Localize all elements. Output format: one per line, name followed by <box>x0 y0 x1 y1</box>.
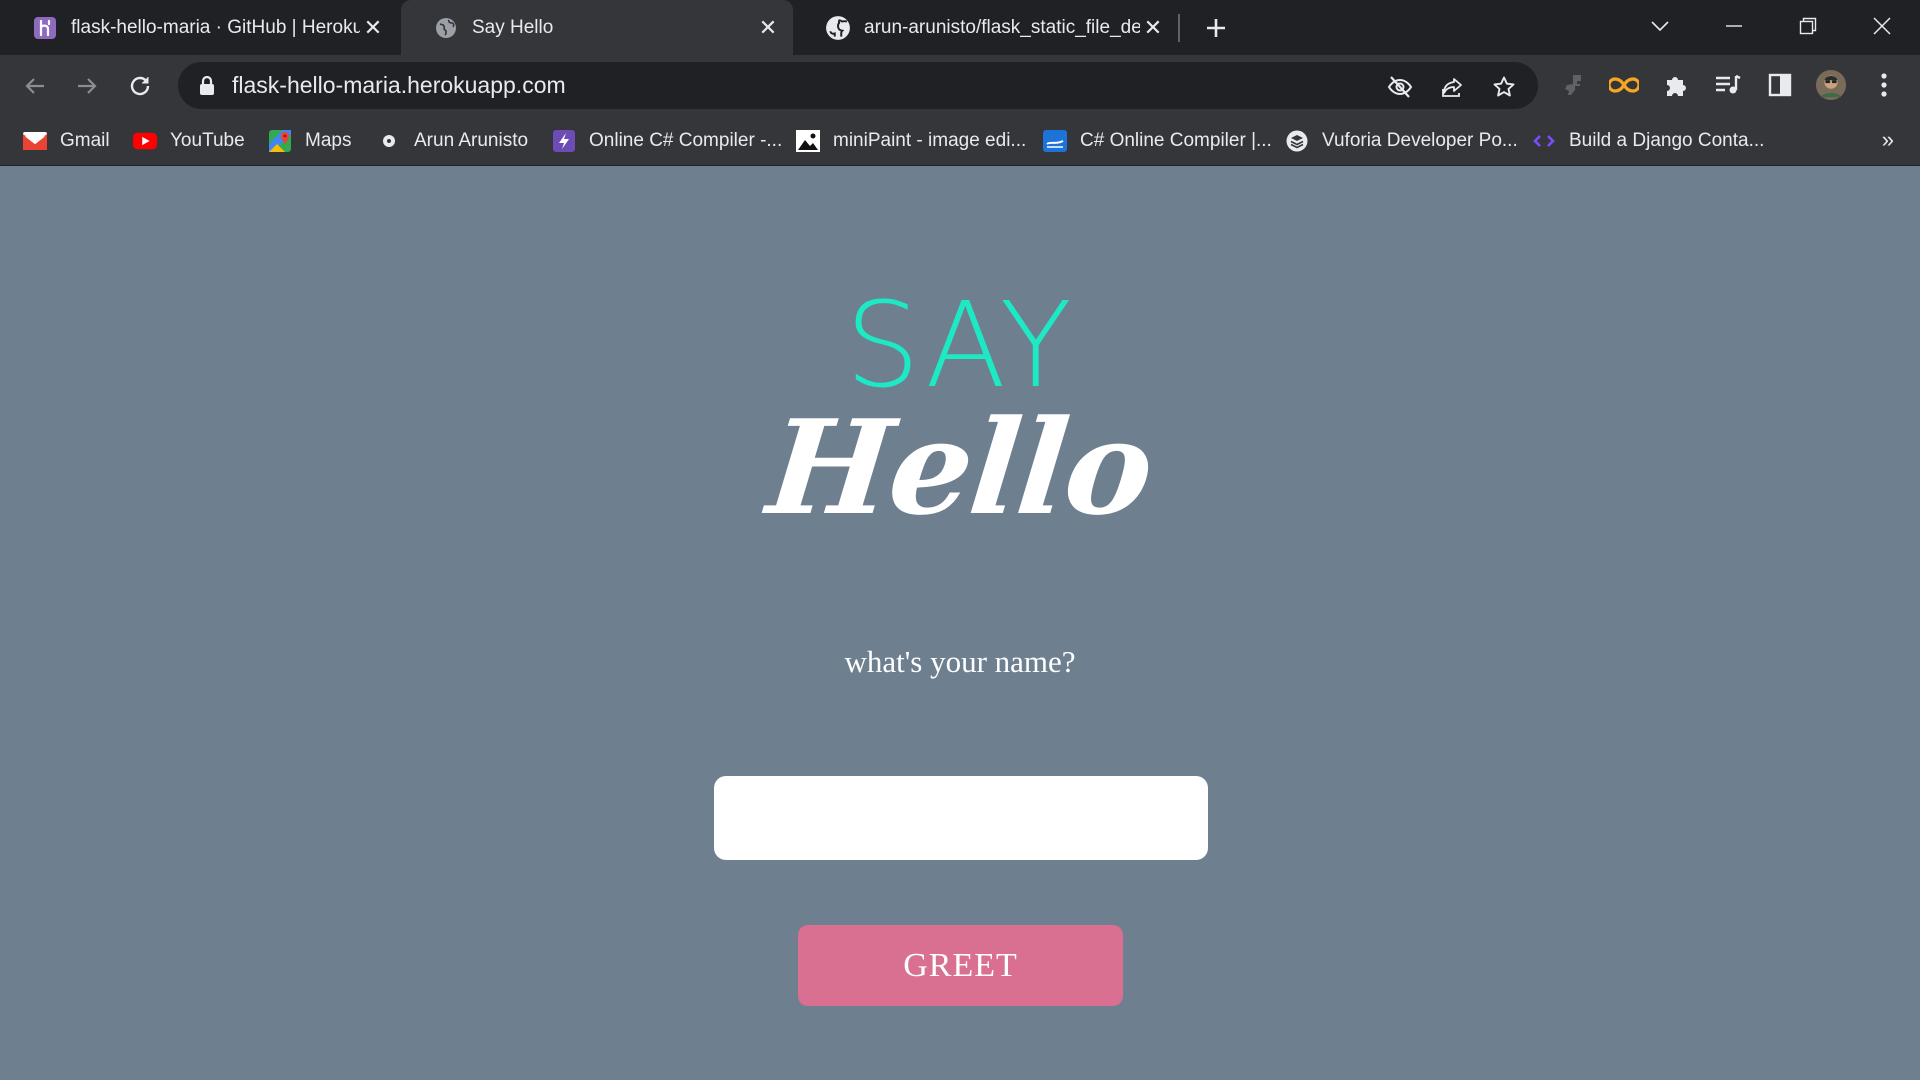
browser-toolbar: flask-hello-maria.herokuapp.com <box>0 55 1920 117</box>
bookmark-vuforia[interactable]: Vuforia Developer Po... <box>1285 126 1518 156</box>
bookmark-online-csharp-compiler[interactable]: Online C# Compiler -... <box>552 126 782 156</box>
infinity-extension-icon[interactable] <box>1608 69 1640 101</box>
name-input[interactable] <box>714 776 1208 860</box>
name-question: what's your name? <box>844 644 1076 679</box>
side-panel-icon[interactable] <box>1764 69 1796 101</box>
tab-heroku[interactable]: flask-hello-maria · GitHub | Heroku ✕ <box>0 0 398 55</box>
chevron-down-icon <box>1651 21 1669 32</box>
media-control-icon[interactable] <box>1712 69 1744 101</box>
eye-slash-icon[interactable] <box>1386 73 1414 101</box>
lock-icon[interactable] <box>196 75 218 96</box>
close-icon[interactable]: ✕ <box>755 15 781 41</box>
tab-say-hello[interactable]: Say Hello ✕ <box>401 0 793 55</box>
heroku-icon <box>32 15 58 41</box>
forward-button[interactable] <box>68 67 106 105</box>
star-icon[interactable] <box>1490 73 1518 101</box>
close-window-button[interactable] <box>1862 8 1902 44</box>
more-menu-icon[interactable] <box>1868 69 1900 101</box>
minimize-icon <box>1726 25 1742 27</box>
restore-button[interactable] <box>1788 8 1828 44</box>
bookmark-gmail[interactable]: Gmail <box>23 126 110 156</box>
bookmark-label: Arun Arunisto <box>414 130 529 151</box>
bookmarks-overflow-icon[interactable]: » <box>1882 127 1894 153</box>
tab-title: Say Hello <box>472 16 554 38</box>
bookmark-label: YouTube <box>170 130 245 151</box>
bookmark-label: Gmail <box>60 130 110 151</box>
new-tab-button[interactable] <box>1200 12 1232 44</box>
bookmark-label: Vuforia Developer Po... <box>1322 130 1518 151</box>
code-icon <box>1532 129 1556 153</box>
bookmark-label: C# Online Compiler |... <box>1080 130 1272 151</box>
plus-icon <box>1207 19 1225 37</box>
bookmark-minipaint[interactable]: miniPaint - image edi... <box>796 126 1026 156</box>
bookmark-youtube[interactable]: YouTube <box>133 126 245 156</box>
address-bar[interactable]: flask-hello-maria.herokuapp.com <box>178 62 1538 109</box>
puzzle-icon[interactable] <box>1660 69 1692 101</box>
close-icon[interactable]: ✕ <box>360 15 386 41</box>
tab-search-button[interactable] <box>1640 8 1680 44</box>
tab-title: arun-arunisto/flask_static_file_deplo <box>864 16 1140 38</box>
dot-icon <box>377 129 401 153</box>
reload-icon <box>130 76 150 96</box>
bookmark-label: Maps <box>305 130 352 151</box>
share-icon[interactable] <box>1438 73 1466 101</box>
tab-github[interactable]: arun-arunisto/flask_static_file_deplo ✕ <box>793 0 1178 55</box>
bolt-icon <box>552 129 576 153</box>
close-icon <box>1873 17 1891 35</box>
bookmarks-bar: Gmail YouTube Maps Arun Arunisto Online … <box>0 117 1920 166</box>
tab-title: flask-hello-maria · GitHub | Heroku <box>71 16 360 38</box>
close-icon[interactable]: ✕ <box>1140 15 1166 41</box>
url-text[interactable]: flask-hello-maria.herokuapp.com <box>232 72 566 99</box>
greet-button[interactable]: GREET <box>798 925 1123 1006</box>
gmail-icon <box>23 129 47 153</box>
github-icon <box>825 15 851 41</box>
bookmark-maps[interactable]: Maps <box>268 126 351 156</box>
maps-icon <box>268 129 292 153</box>
globe-icon <box>433 15 459 41</box>
avatar[interactable] <box>1815 69 1847 101</box>
bookmark-label: miniPaint - image edi... <box>833 130 1027 151</box>
reload-button[interactable] <box>121 67 159 105</box>
compiler-icon <box>1043 129 1067 153</box>
restore-icon <box>1799 17 1817 35</box>
bookmark-label: Online C# Compiler -... <box>589 130 783 151</box>
bookmark-django-container[interactable]: Build a Django Conta... <box>1532 126 1764 156</box>
tab-separator <box>1178 14 1180 42</box>
dino-extension-icon[interactable] <box>1556 69 1588 101</box>
bookmark-csharp-online-compiler[interactable]: C# Online Compiler |... <box>1043 126 1272 156</box>
hello-heading: Hello <box>761 391 1159 544</box>
arrow-right-icon <box>78 78 97 94</box>
image-icon <box>796 129 820 153</box>
tab-strip: flask-hello-maria · GitHub | Heroku ✕ Sa… <box>0 0 1920 55</box>
minimize-button[interactable] <box>1714 8 1754 44</box>
bookmark-arun-arunisto[interactable]: Arun Arunisto <box>377 126 528 156</box>
youtube-icon <box>133 129 157 153</box>
page-content: SAY Hello what's your name? GREET <box>0 166 1920 1080</box>
arrow-left-icon <box>25 78 44 94</box>
bookmark-label: Build a Django Conta... <box>1569 130 1765 151</box>
vuforia-icon <box>1285 129 1309 153</box>
back-button[interactable] <box>16 67 54 105</box>
